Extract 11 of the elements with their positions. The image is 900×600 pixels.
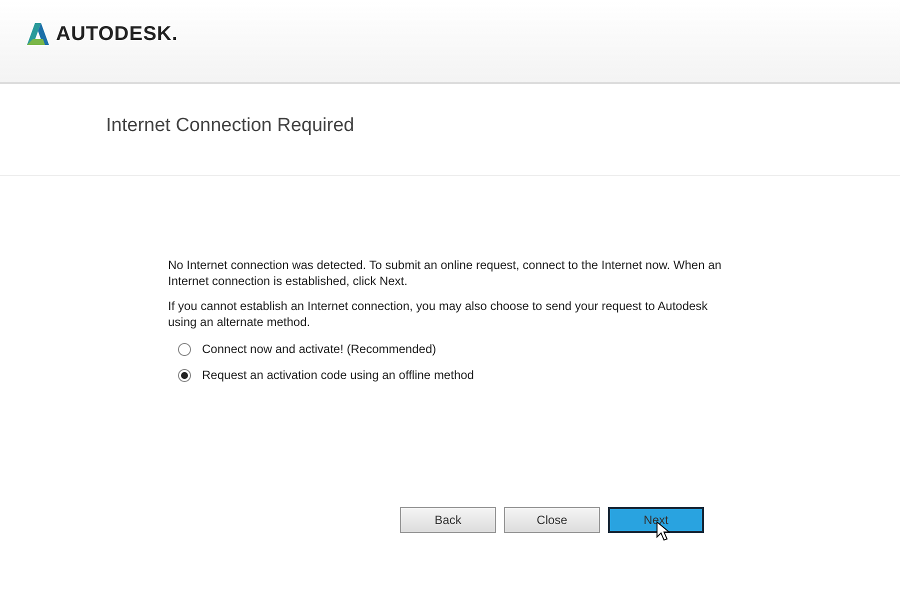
radio-button[interactable]: [178, 342, 191, 356]
dialog-button[interactable]: Close: [504, 507, 600, 533]
logo-icon: [26, 22, 50, 46]
page-title: Internet Connection Required: [106, 114, 354, 136]
instruction-text: If you cannot establish an Internet connection, you may also choose to send your request to Autodesk using an alternate method.: [168, 298, 709, 330]
instruction-text: No Internet connection was detected. To submit an online request, connect to the Internet now. When an Internet connection is established, click Next.: [168, 257, 722, 289]
option-label[interactable]: Connect now and activate! (Recommended): [202, 342, 436, 356]
radio-button[interactable]: [178, 368, 191, 382]
dialog-button[interactable]: Back: [400, 507, 496, 533]
option-label[interactable]: Request an activation code using an offline method: [202, 368, 474, 382]
logo-text: AUTODESK.: [56, 22, 178, 46]
